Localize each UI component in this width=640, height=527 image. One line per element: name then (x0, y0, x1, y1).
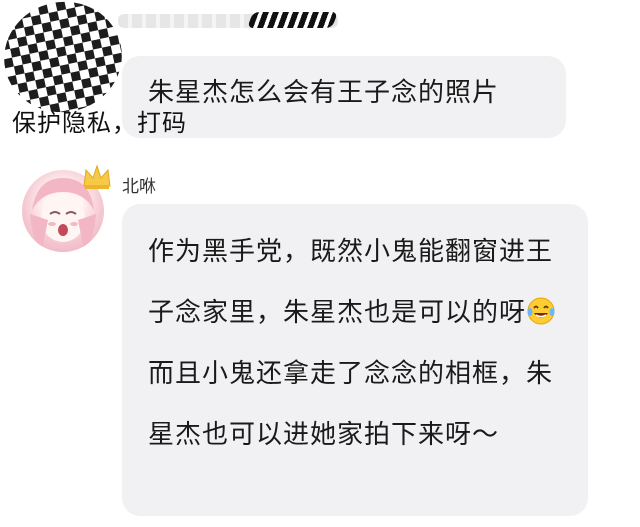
redacted-avatar (0, 0, 133, 124)
sender-name[interactable]: 北咻 (122, 172, 156, 197)
message-bubble[interactable]: 朱星杰怎么会有王子念的照片 (122, 56, 566, 138)
message-text-part: 作为黑手党，既然小鬼能翻窗进王子念家里，朱星杰也是可以的呀 (148, 237, 554, 328)
crown-icon (83, 164, 111, 189)
laughing-crying-emoji-icon (527, 297, 555, 325)
message-text-part: 而且小鬼还拿走了念念的相框，朱星杰也可以进她家拍下来呀～ (148, 359, 554, 450)
message-text: 朱星杰怎么会有王子念的照片 (148, 78, 500, 108)
message-text: 作为黑手党，既然小鬼能翻窗进王子念家里，朱星杰也是可以的呀 而且小鬼还拿走了念念… (148, 222, 568, 466)
redacted-sender-name-scribble (247, 12, 338, 28)
privacy-caption: 保护隐私，打码 (12, 109, 187, 137)
message-bubble[interactable]: 作为黑手党，既然小鬼能翻窗进王子念家里，朱星杰也是可以的呀 而且小鬼还拿走了念念… (122, 204, 588, 516)
